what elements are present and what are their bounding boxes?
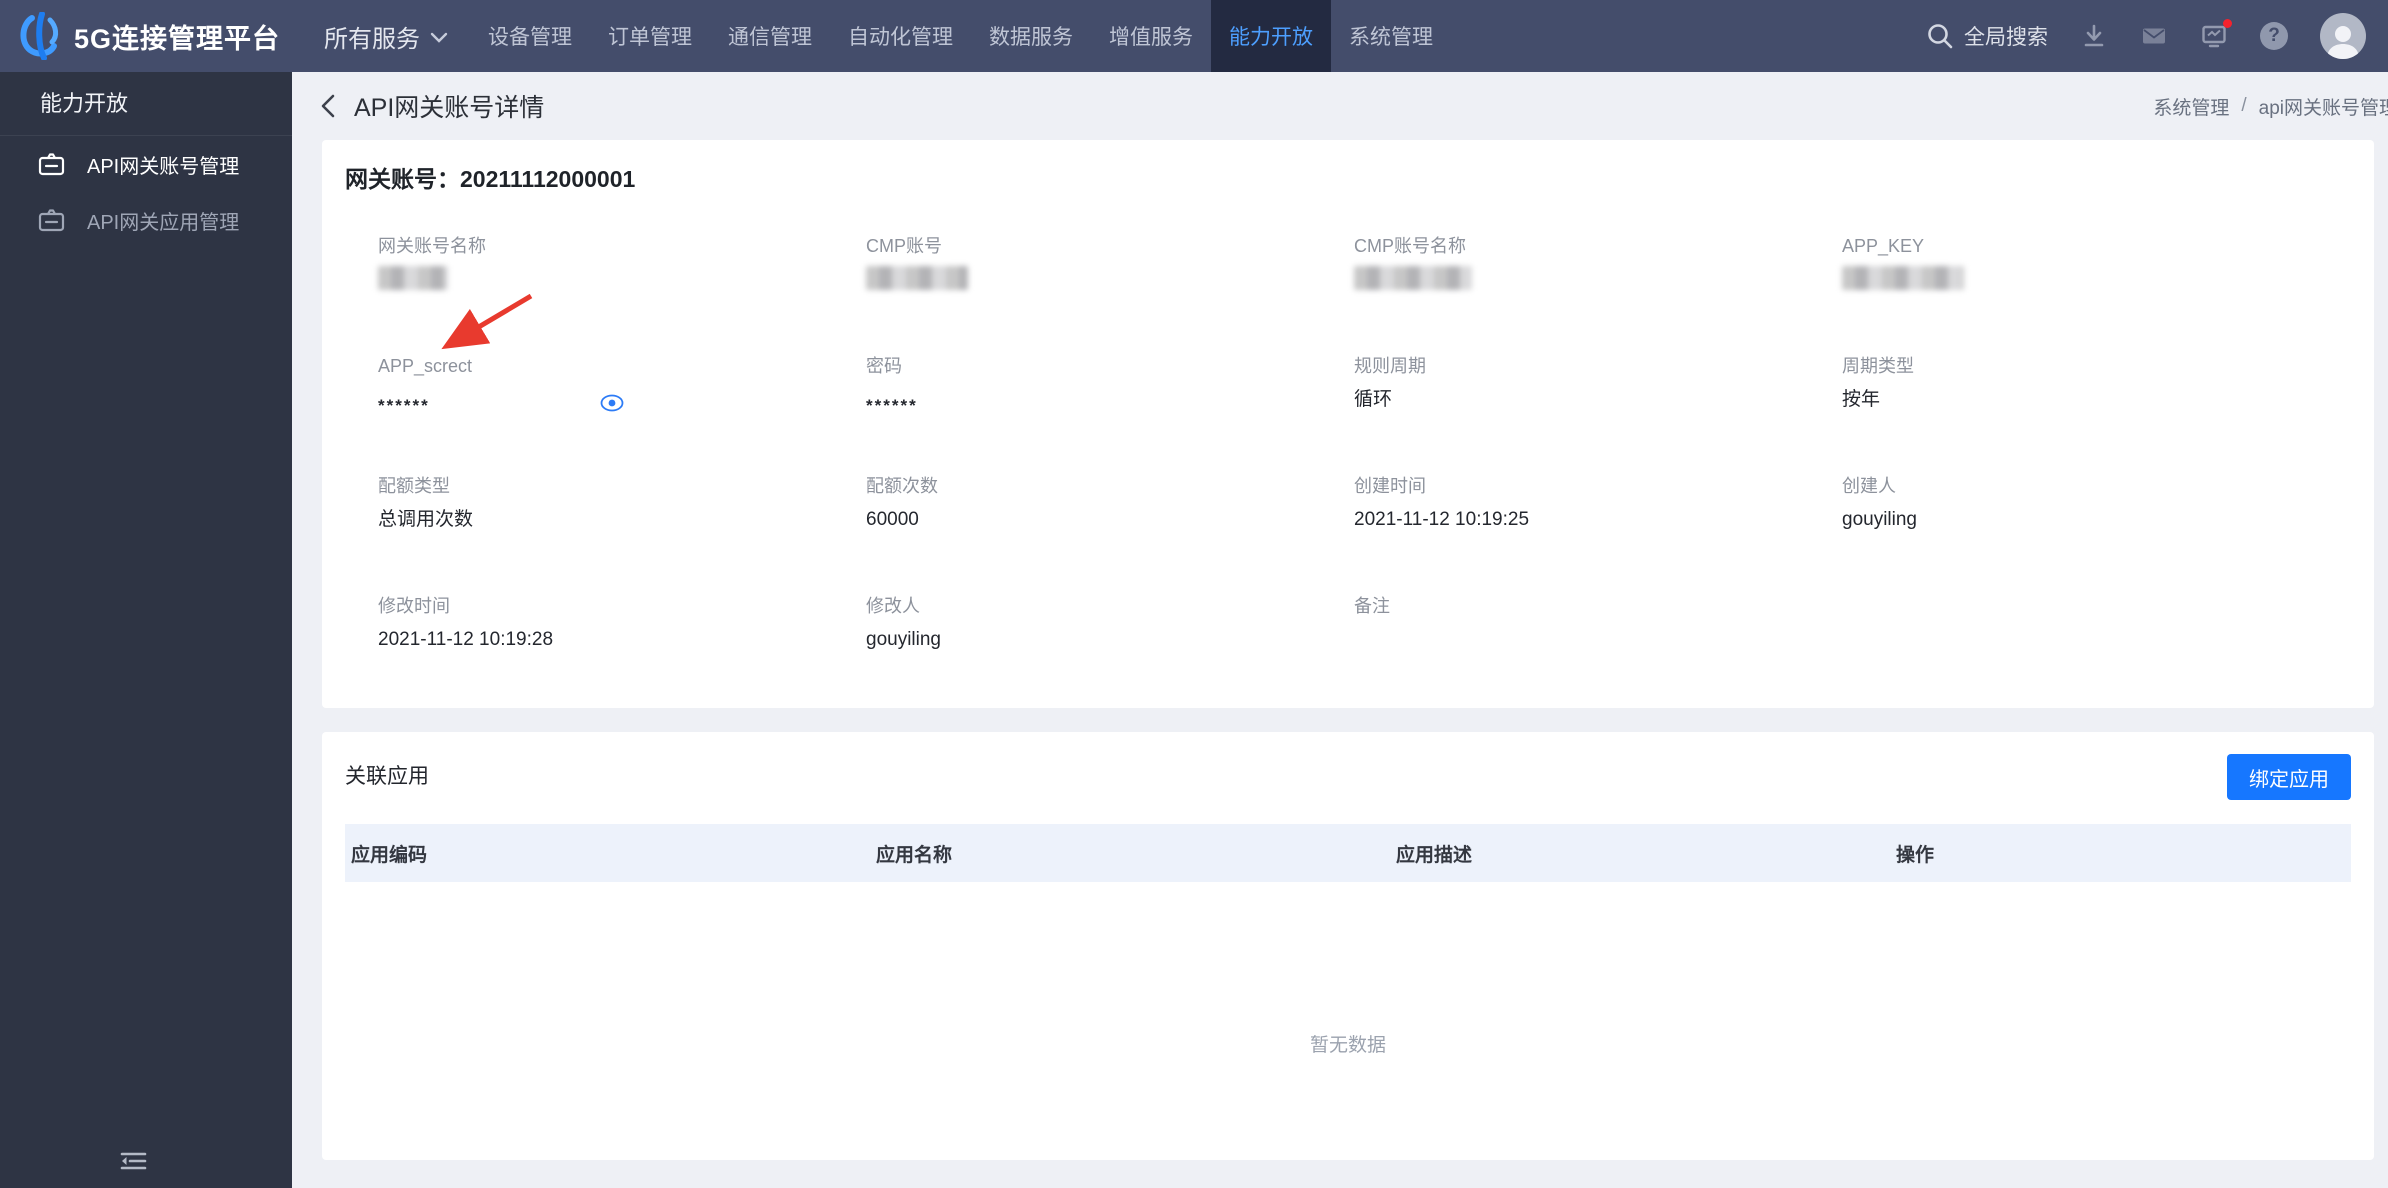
column-header-app-code: 应用编码: [351, 844, 428, 866]
masked-value: [1354, 266, 1472, 290]
user-avatar[interactable]: [2320, 13, 2366, 59]
download-icon[interactable]: [2080, 22, 2108, 50]
search-icon: [1928, 24, 1953, 49]
notification-dot: [2223, 19, 2232, 28]
sidebar-item-label: API网关账号管理: [87, 155, 240, 178]
menu-item-automation-mgmt[interactable]: 自动化管理: [830, 0, 971, 72]
back-chevron-icon[interactable]: [318, 93, 340, 119]
menu-fold-icon[interactable]: [118, 1146, 148, 1176]
navbar-actions: 全局搜索 ?: [1926, 13, 2388, 59]
field-rule-period: 规则周期 循环: [1354, 356, 1426, 410]
gateway-account-label: 网关账号：: [345, 166, 460, 192]
menu-item-all-services[interactable]: 所有服务: [306, 0, 456, 72]
person-icon: [2327, 26, 2359, 59]
sidebar-item-api-gateway-account-mgmt[interactable]: API网关账号管理: [0, 136, 292, 192]
detail-fields-grid: 网关账号名称 CMP账号 CMP账号名称 APP_KEY APP_screct …: [378, 236, 2351, 716]
related-apps-card: 关联应用 绑定应用 应用编码 应用名称 应用描述 操作 暂无数据: [322, 732, 2374, 1160]
menu-item-capability-open[interactable]: 能力开放: [1211, 0, 1332, 72]
menu-item-system-mgmt[interactable]: 系统管理: [1331, 0, 1451, 72]
field-remark: 备注: [1354, 596, 1390, 616]
reveal-secret-eye-button[interactable]: [600, 391, 624, 415]
gateway-account-number: 20211112000001: [460, 166, 636, 192]
mail-icon[interactable]: [2140, 22, 2168, 50]
field-password: 密码 ******: [866, 356, 918, 415]
related-apps-header: 关联应用 绑定应用: [345, 754, 2351, 800]
field-gateway-account-name: 网关账号名称: [378, 236, 866, 356]
field-modifier: 修改人 gouyiling: [866, 596, 941, 650]
sidebar-item-api-gateway-app-mgmt[interactable]: API网关应用管理: [0, 192, 292, 248]
platform-logo-icon: [20, 12, 59, 60]
sidebar-item-label: API网关应用管理: [87, 211, 240, 234]
field-cmp-account: CMP账号: [866, 236, 1354, 356]
field-create-time: 创建时间 2021-11-12 10:19:25: [1354, 476, 1530, 530]
menu-item-value-added-service[interactable]: 增值服务: [1091, 0, 1211, 72]
page-title: API网关账号详情: [354, 94, 545, 122]
menu-item-comm-mgmt[interactable]: 通信管理: [710, 0, 830, 72]
top-navbar: 5G连接管理平台 所有服务 设备管理 订单管理 通信管理 自动化管理 数据服务 …: [0, 0, 2388, 72]
related-apps-title: 关联应用: [345, 765, 429, 788]
breadcrumb-item-system-mgmt[interactable]: 系统管理: [2153, 93, 2229, 120]
breadcrumb: 系统管理 / api网关账号管理: [2153, 72, 2388, 140]
main-menu: 所有服务 设备管理 订单管理 通信管理 自动化管理 数据服务 增值服务 能力开放…: [306, 0, 1451, 72]
menu-item-data-service[interactable]: 数据服务: [971, 0, 1091, 72]
sidebar-title: 能力开放: [0, 72, 292, 136]
masked-value: [378, 266, 448, 290]
masked-value: [1842, 266, 1964, 290]
platform-title: 5G连接管理平台: [74, 23, 281, 54]
breadcrumb-item-api-gateway-account-mgmt[interactable]: api网关账号管理: [2259, 93, 2388, 120]
global-search-label: 全局搜索: [1964, 26, 2048, 49]
app-secret-masked-value: ******: [378, 396, 430, 415]
sidebar: 能力开放 API网关账号管理 API网关应用管理: [0, 72, 292, 1188]
field-quota-count: 配额次数 60000: [866, 476, 938, 530]
masked-value: [866, 266, 968, 290]
menu-item-order-mgmt[interactable]: 订单管理: [590, 0, 710, 72]
apps-table-header-row: 应用编码 应用名称 应用描述 操作: [345, 824, 2351, 882]
column-header-app-description: 应用描述: [1396, 844, 1473, 866]
column-header-actions: 操作: [1896, 844, 1935, 866]
eye-icon: [600, 394, 624, 412]
chevron-down-icon: [430, 32, 448, 43]
clipboard-icon: [38, 208, 65, 231]
detail-card-title: 网关账号：20211112000001: [345, 164, 2351, 194]
column-header-app-name: 应用名称: [876, 844, 953, 866]
global-search[interactable]: 全局搜索: [1926, 21, 2048, 51]
empty-data-text: 暂无数据: [1309, 1034, 1386, 1056]
field-quota-type: 配额类型 总调用次数: [378, 476, 474, 530]
breadcrumb-separator: /: [2241, 95, 2247, 116]
platform-logo: 5G连接管理平台: [0, 12, 280, 60]
main-content: API网关账号详情 系统管理 / api网关账号管理 网关账号：20211112…: [292, 72, 2388, 1188]
bind-app-button[interactable]: 绑定应用: [2227, 754, 2351, 800]
field-creator: 创建人 gouyiling: [1842, 476, 1917, 530]
monitor-icon-button[interactable]: [2200, 19, 2232, 50]
gateway-account-detail-card: 网关账号：20211112000001 网关账号名称 CMP账号 CMP账号名称…: [322, 140, 2374, 708]
help-icon[interactable]: ?: [2260, 22, 2288, 50]
field-period-type: 周期类型 按年: [1842, 356, 1914, 410]
field-app-secret: APP_screct ******: [378, 356, 866, 476]
page-header: API网关账号详情 系统管理 / api网关账号管理: [292, 72, 2388, 140]
field-modify-time: 修改时间 2021-11-12 10:19:28: [378, 596, 554, 650]
empty-table-area: 暂无数据: [345, 882, 2351, 1158]
clipboard-icon: [38, 152, 65, 175]
field-cmp-account-name: CMP账号名称: [1354, 236, 1842, 356]
field-app-key: APP_KEY: [1842, 236, 2330, 356]
menu-item-device-mgmt[interactable]: 设备管理: [470, 0, 590, 72]
